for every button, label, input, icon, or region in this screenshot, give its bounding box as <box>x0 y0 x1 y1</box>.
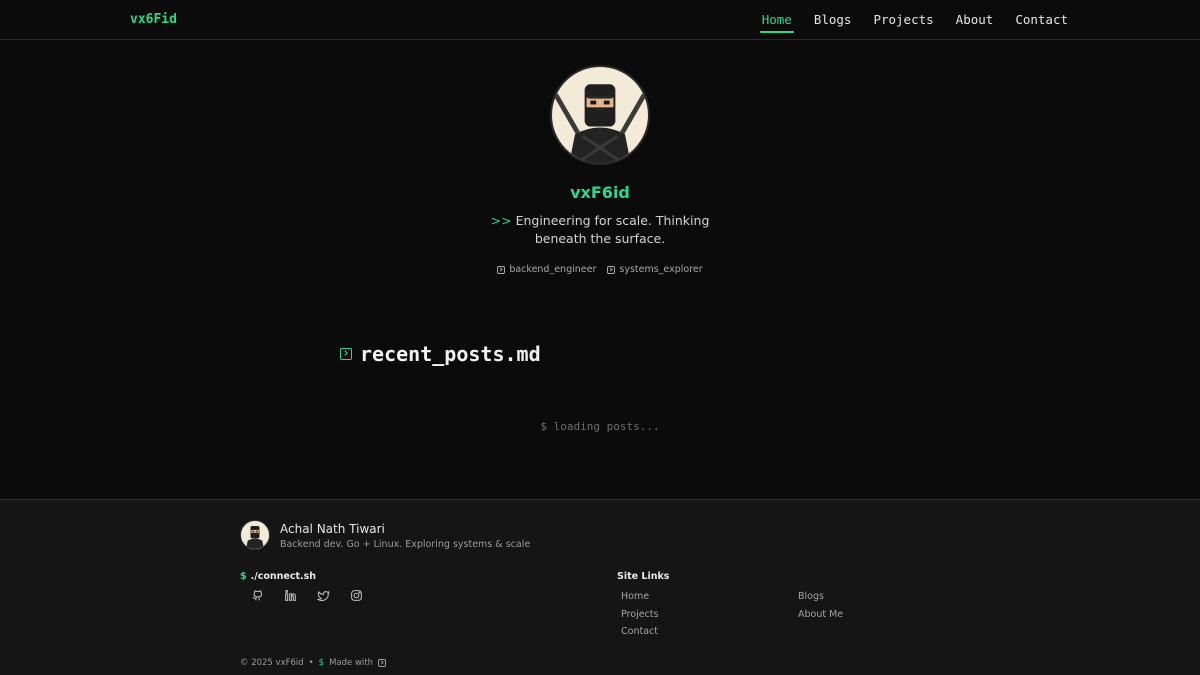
nav-home[interactable]: Home <box>759 0 794 40</box>
terminal-icon <box>340 348 352 360</box>
tag-label: backend_engineer <box>509 264 597 275</box>
recent-posts-title: recent_posts.md <box>360 342 541 366</box>
linkedin-icon[interactable] <box>284 589 297 602</box>
made-with-text: Made with <box>329 658 373 668</box>
profile-avatar <box>550 65 650 165</box>
nav-projects[interactable]: Projects <box>873 0 933 40</box>
footer-link-projects[interactable]: Projects <box>621 609 658 620</box>
tag-label: systems_explorer <box>619 264 703 275</box>
footer-link-contact[interactable]: Contact <box>621 626 658 637</box>
ninja-avatar-icon <box>553 84 647 163</box>
site-brand[interactable]: vx6Fid <box>130 12 177 27</box>
site-links-heading: Site Links <box>617 571 670 582</box>
copyright-text: © 2025 vxF6id <box>240 658 304 668</box>
terminal-icon <box>378 659 386 667</box>
social-links <box>251 589 363 602</box>
prompt-symbol: >> <box>490 213 512 228</box>
separator-dot: • <box>308 658 314 668</box>
profile-name: vxF6id <box>570 183 630 202</box>
main-nav: Home Blogs Projects About Contact <box>759 0 1068 40</box>
footer-avatar <box>240 520 270 550</box>
footer-link-about-me[interactable]: About Me <box>798 609 843 620</box>
top-navbar: vx6Fid Home Blogs Projects About Contact <box>0 0 1200 40</box>
footer-link-blogs[interactable]: Blogs <box>798 591 824 602</box>
github-icon[interactable] <box>251 589 264 602</box>
connect-heading: $ ./connect.sh <box>240 571 316 582</box>
dollar-prompt: $ <box>318 658 325 668</box>
footer-author-name: Achal Nath Tiwari <box>280 522 385 536</box>
profile-tags: backend_engineer systems_explorer <box>0 264 1200 275</box>
site-footer: Achal Nath Tiwari Backend dev. Go + Linu… <box>0 499 1200 675</box>
terminal-icon <box>607 265 616 274</box>
posts-loading-text: $ loading posts... <box>540 420 660 433</box>
terminal-icon <box>497 265 506 274</box>
profile-tagline: >> Engineering for scale. Thinking benea… <box>470 212 730 248</box>
copyright-line: © 2025 vxF6id • $ Made with <box>240 658 386 668</box>
connect-label: ./connect.sh <box>250 571 317 582</box>
footer-author-bio: Backend dev. Go + Linux. Exploring syste… <box>280 539 531 550</box>
instagram-icon[interactable] <box>350 589 363 602</box>
recent-posts-heading: recent_posts.md <box>340 342 541 366</box>
footer-link-home[interactable]: Home <box>621 591 649 602</box>
twitter-icon[interactable] <box>317 589 330 602</box>
ninja-avatar-icon <box>246 526 264 549</box>
dollar-prompt: $ <box>240 571 247 582</box>
tag-systems-explorer: systems_explorer <box>607 264 703 275</box>
tagline-text: Engineering for scale. Thinking beneath … <box>515 213 710 246</box>
nav-contact[interactable]: Contact <box>1015 0 1068 40</box>
tag-backend-engineer: backend_engineer <box>497 264 596 275</box>
nav-blogs[interactable]: Blogs <box>814 0 852 40</box>
nav-about[interactable]: About <box>956 0 994 40</box>
